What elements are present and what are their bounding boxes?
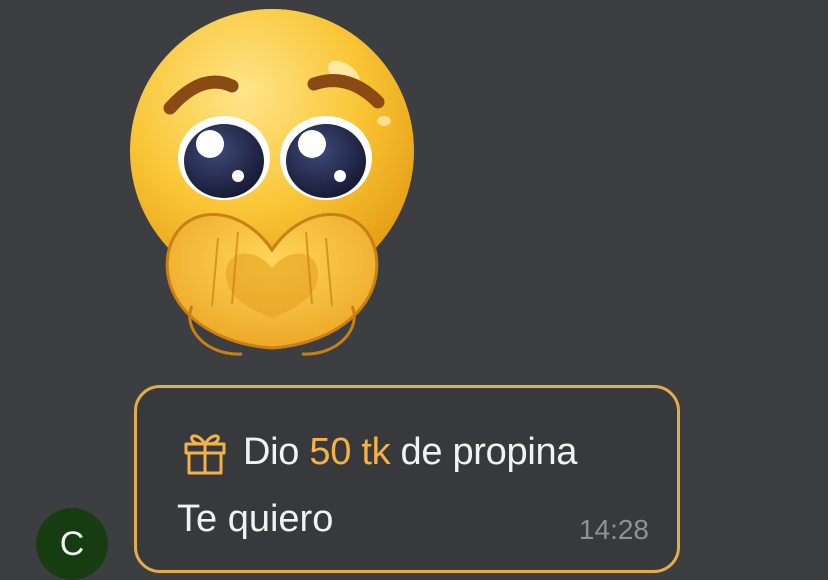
tip-header: Dio 50 tk de propina: [181, 428, 577, 476]
pleading-face-heart-hands-sticker[interactable]: [122, 6, 422, 376]
tip-prefix: Dio: [243, 430, 300, 473]
tip-amount: 50 tk: [309, 430, 391, 473]
tip-message-bubble[interactable]: Dio 50 tk de propina Te quiero 14:28: [134, 385, 680, 573]
gift-icon: [181, 428, 229, 476]
tip-suffix: de propina: [400, 430, 578, 473]
tip-text: Dio 50 tk de propina: [243, 431, 577, 474]
message-text: Te quiero: [177, 498, 334, 540]
avatar[interactable]: C: [36, 508, 108, 580]
message-timestamp: 14:28: [578, 514, 649, 545]
avatar-initial: C: [59, 524, 85, 563]
